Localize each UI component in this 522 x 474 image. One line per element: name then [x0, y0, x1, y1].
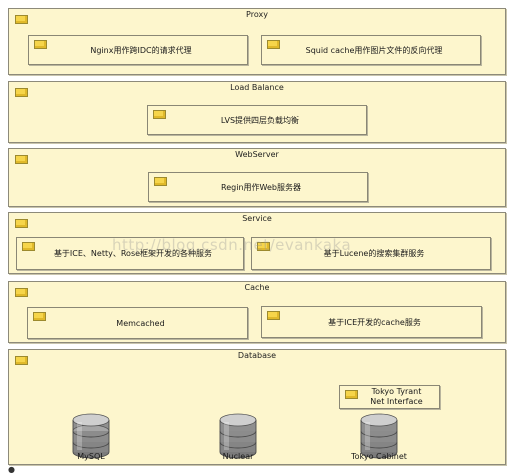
memcached-component-flag-icon: [33, 312, 46, 321]
tokyo-tyrant-component: Tokyo Tyrant Net Interface: [339, 385, 440, 409]
proxy-layer-title: Proxy: [246, 10, 268, 19]
ice-cache-component: 基于ICE开发的cache服务: [261, 306, 482, 338]
ice-netty-rose-component-flag-icon: [22, 242, 35, 251]
ice-cache-component-flag-icon: [267, 311, 280, 320]
database-layer-title: Database: [237, 351, 277, 360]
cache-layer-title: Cache: [244, 283, 270, 292]
nginx-component-label: Nginx用作跨IDC的请求代理: [90, 45, 192, 55]
lvs-component-flag-icon: [153, 110, 166, 119]
ice-netty-rose-component: 基于ICE、Netty、Rose框架开发的各种服务: [16, 237, 244, 270]
webserver-layer: WebServer Regin用作Web服务器: [8, 148, 506, 207]
proxy-layer: Proxy Nginx用作跨IDC的请求代理 Squid cache用作图片文件…: [8, 8, 506, 75]
nginx-component-flag-icon: [34, 40, 47, 49]
memcached-component-label: Memcached: [116, 318, 165, 328]
service-layer: Service 基于ICE、Netty、Rose框架开发的各种服务 基于Luce…: [8, 212, 506, 274]
nginx-component: Nginx用作跨IDC的请求代理: [28, 35, 248, 65]
lvs-component: LVS提供四层负载均衡: [147, 105, 367, 135]
lucene-component: 基于Lucene的搜索集群服务: [251, 237, 491, 270]
tokyo-tyrant-component-label: Tokyo Tyrant Net Interface: [370, 387, 423, 406]
webserver-layer-title: WebServer: [235, 150, 279, 159]
mysql-label: MySQL: [77, 452, 105, 461]
lucene-component-flag-icon: [257, 242, 270, 251]
squid-component-label: Squid cache用作图片文件的反向代理: [305, 45, 443, 55]
corner-mark-icon: ●: [8, 465, 15, 474]
ice-netty-rose-component-label: 基于ICE、Netty、Rose框架开发的各种服务: [53, 249, 213, 258]
ice-cache-component-label: 基于ICE开发的cache服务: [328, 317, 421, 327]
lucene-component-label: 基于Lucene的搜索集群服务: [323, 249, 425, 258]
memcached-component: Memcached: [27, 307, 248, 339]
load-balance-layer: Load Balance LVS提供四层负载均衡: [8, 81, 506, 143]
lvs-component-label: LVS提供四层负载均衡: [220, 115, 300, 125]
cache-layer: Cache Memcached 基于ICE开发的cache服务: [8, 281, 506, 343]
tokyo-tyrant-component-flag-icon: [345, 390, 358, 399]
squid-component: Squid cache用作图片文件的反向代理: [261, 35, 481, 65]
regin-component-label: Regin用作Web服务器: [221, 182, 301, 192]
tokyo-cabinet-label: Tokyo Cabinet: [351, 452, 407, 461]
nuclear-label: Nuclear: [222, 452, 254, 461]
database-layer: Database Tokyo Tyrant Net Interface MySQ…: [8, 349, 506, 465]
regin-component: Regin用作Web服务器: [148, 172, 368, 202]
service-layer-title: Service: [242, 214, 272, 223]
load-balance-layer-title: Load Balance: [230, 83, 284, 92]
regin-component-flag-icon: [154, 177, 167, 186]
squid-component-flag-icon: [267, 40, 280, 49]
